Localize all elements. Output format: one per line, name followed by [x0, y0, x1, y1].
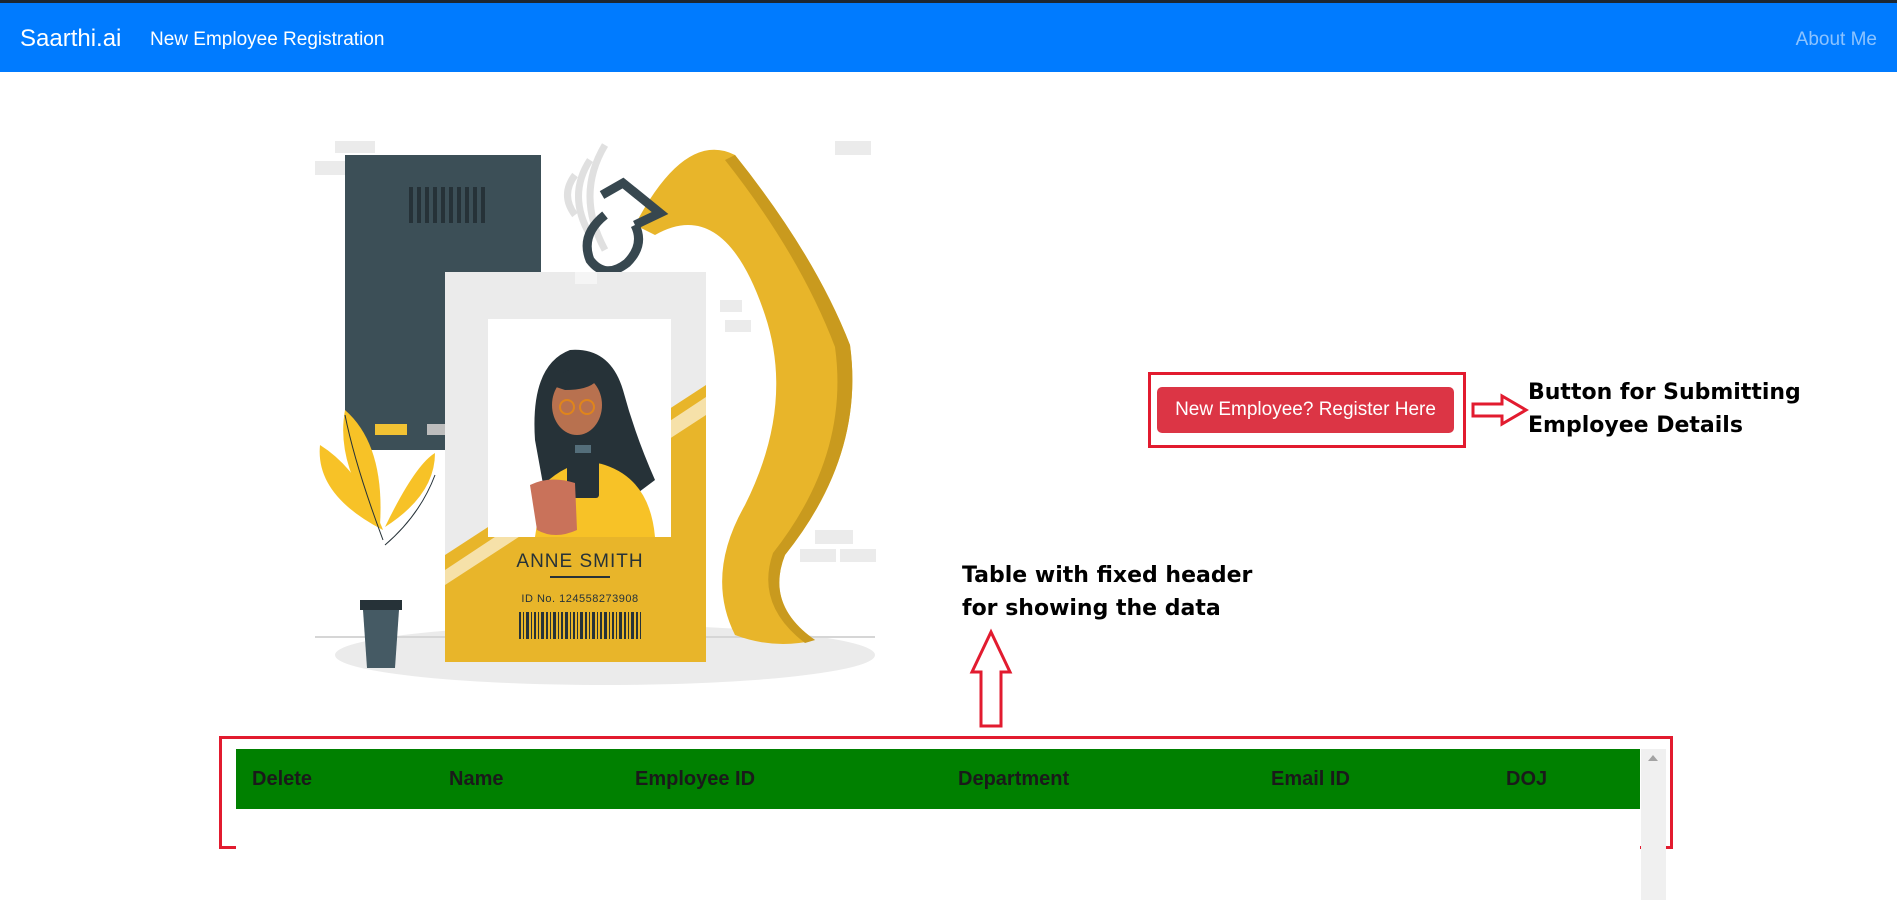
table-scrollbar[interactable] — [1641, 749, 1666, 900]
button-annotation-line1: Button for Submitting — [1528, 380, 1801, 405]
table-annotation-line1: Table with fixed header — [962, 563, 1253, 588]
employee-table: Delete Name Employee ID Department Email… — [236, 749, 1640, 809]
column-header-employee-id: Employee ID — [619, 749, 942, 809]
brand-link[interactable]: Saarthi.ai — [20, 25, 121, 53]
badge-id: ID No. 124558273908 — [521, 593, 638, 605]
button-annotation-text: Button for Submitting Employee Details — [1528, 376, 1868, 442]
register-employee-button[interactable]: New Employee? Register Here — [1157, 387, 1454, 433]
column-header-delete: Delete — [236, 749, 433, 809]
column-header-email-id: Email ID — [1255, 749, 1490, 809]
arrow-right-icon — [1471, 393, 1529, 427]
arrow-up-icon — [969, 628, 1013, 728]
column-header-department: Department — [942, 749, 1255, 809]
nav-link-registration[interactable]: New Employee Registration — [150, 29, 384, 51]
table-header-row: Delete Name Employee ID Department Email… — [236, 749, 1640, 809]
table-annotation-text: Table with fixed header for showing the … — [962, 559, 1302, 625]
table-annotation-line2: for showing the data — [962, 596, 1221, 621]
badge-name: ANNE SMITH — [516, 551, 643, 572]
employee-table-container[interactable]: Delete Name Employee ID Department Email… — [236, 749, 1640, 900]
button-annotation-line2: Employee Details — [1528, 413, 1743, 438]
scroll-up-arrow-icon[interactable] — [1648, 755, 1658, 761]
nav-link-about[interactable]: About Me — [1796, 29, 1877, 51]
column-header-name: Name — [433, 749, 619, 809]
id-badge-illustration: ANNE SMITH ID No. 124558273908 — [315, 141, 876, 685]
navbar: Saarthi.ai New Employee Registration Abo… — [0, 3, 1897, 72]
column-header-doj: DOJ — [1490, 749, 1640, 809]
